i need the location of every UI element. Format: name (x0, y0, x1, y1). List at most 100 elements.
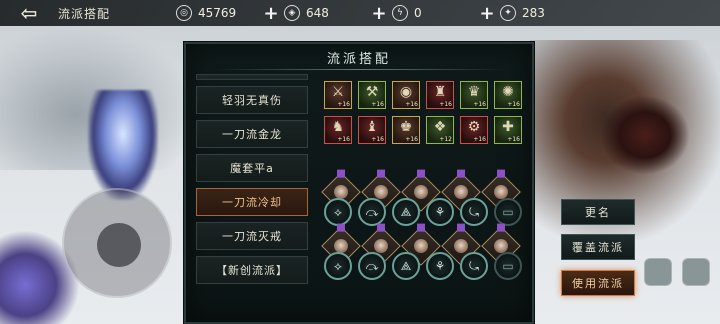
skill-ring-icon[interactable]: ⚘ (426, 252, 454, 280)
top-bar: ⇦ 流派搭配 ◎ 45769 + ◈ 648 + ϟ 0 + ✦ 283 (0, 0, 720, 26)
title-divider (216, 69, 506, 70)
portrait-face (374, 239, 388, 253)
equipment-level: +16 (473, 101, 486, 108)
equipment-level: +16 (337, 101, 350, 108)
back-arrow-icon: ⇦ (20, 1, 38, 25)
rarity-tag-icon (377, 223, 385, 232)
resource-2: ϟ0 (392, 3, 474, 23)
equipment-slot[interactable]: ♜ +16 (426, 81, 454, 109)
enemy-creature (600, 95, 690, 175)
use-school-button[interactable]: 使用流派 (561, 270, 635, 296)
skill-ring-icon[interactable]: ⤿ (460, 252, 488, 280)
resource-value: 283 (522, 6, 545, 20)
stamina-bolt-icon: ϟ (392, 5, 408, 21)
equipment-slot[interactable]: ✺ +16 (494, 81, 522, 109)
rarity-tag-icon (457, 169, 465, 178)
equipment-icon: ⚙ (467, 119, 481, 135)
skill-ring-icon[interactable]: ▭ (494, 198, 522, 226)
equipment-level: +16 (405, 101, 418, 108)
rarity-tag-icon (337, 169, 345, 178)
equipment-icon: ◉ (399, 84, 413, 100)
portrait-face (334, 185, 348, 199)
page-title: 流派搭配 (58, 6, 111, 21)
skill-ring-icon[interactable]: ⤿ (460, 198, 488, 226)
equipment-icon: ❖ (433, 119, 447, 135)
add-resource-button[interactable]: + (474, 3, 500, 24)
skill-ring-icon[interactable]: ⚘ (426, 198, 454, 226)
rarity-tag-icon (377, 169, 385, 178)
skill-ring-icon[interactable]: ▭ (494, 252, 522, 280)
equipment-slot[interactable]: ⚒ +16 (358, 81, 386, 109)
portrait-face (494, 185, 508, 199)
resource-1: ◈ 648 (284, 3, 366, 23)
school-list-item[interactable]: 【新创流派】 (196, 256, 308, 284)
equipment-grid: ⚔ +16 ⚒ +16 ◉ +16 ♜ +16 ♛ +16 ✺ +16 ♞ +16 ♝ +16 ♚ +16 ❖ +12… (324, 81, 522, 144)
rarity-tag-icon (417, 223, 425, 232)
equipment-level: +12 (439, 136, 452, 143)
equipment-slot[interactable]: ◉ +16 (392, 81, 420, 109)
add-resource-button[interactable]: + (258, 3, 284, 24)
portrait-face (454, 185, 468, 199)
skill-ring-row: ⟡ ⤼ ⟁ ⚘ ⤿ ▭ (324, 252, 522, 280)
skill-ring-icon[interactable]: ⤼ (358, 198, 386, 226)
equipment-icon: ⚒ (365, 84, 379, 100)
skill-ring-icon[interactable]: ⤼ (358, 252, 386, 280)
ticket-icon: ✦ (500, 5, 516, 21)
overwrite-school-button[interactable]: 覆盖流派 (561, 234, 635, 260)
equipment-slot[interactable]: ♚ +16 (392, 116, 420, 144)
equipment-level: +16 (507, 136, 520, 143)
rarity-tag-icon (337, 223, 345, 232)
equipment-slot[interactable]: ❖ +12 (426, 116, 454, 144)
resource-3: ✦ 283 (500, 3, 582, 23)
school-list-item[interactable]: 一刀流金龙 (196, 120, 308, 148)
skill-ring-icon[interactable]: ⟁ (392, 198, 420, 226)
hud-icon[interactable] (644, 258, 672, 286)
hud-icon[interactable] (682, 258, 710, 286)
resource-value: 45769 (198, 6, 237, 20)
hud-action-icons (644, 258, 710, 286)
equipment-level: +16 (507, 101, 520, 108)
equipment-level: +16 (439, 101, 452, 108)
school-list-item[interactable]: 轻羽无真伤 (196, 86, 308, 114)
resource-0: ◎ 45769 (176, 3, 258, 23)
equipment-slot[interactable]: ⚔ +16 (324, 81, 352, 109)
skill-ring-icon[interactable]: ⟡ (324, 252, 352, 280)
portrait-face (414, 239, 428, 253)
back-button[interactable]: ⇦ (0, 0, 58, 26)
equipment-slot[interactable]: ♛ +16 (460, 81, 488, 109)
rarity-tag-icon (497, 223, 505, 232)
portrait-face (454, 239, 468, 253)
skill-ring-icon[interactable]: ⟁ (392, 252, 420, 280)
school-loadout-panel: 流派搭配 轻羽无真伤一刀流金龙魔套平a 一刀流冷却一刀流灭戒【新创流派】 ⚔ +16… (184, 42, 534, 324)
school-list-item[interactable]: 一刀流灭戒 (196, 222, 308, 250)
equipment-icon: ♛ (467, 84, 481, 100)
equipment-slot[interactable]: ✚ +16 (494, 116, 522, 144)
school-list-item[interactable]: 魔套平a (196, 154, 308, 182)
equipment-slot[interactable]: ⚙ +16 (460, 116, 488, 144)
resource-value: 648 (306, 6, 329, 20)
skill-ring-icon[interactable]: ⟡ (324, 198, 352, 226)
equipment-level: +16 (371, 136, 384, 143)
portrait-face (494, 239, 508, 253)
panel-title: 流派搭配 (326, 52, 391, 67)
school-list-item[interactable]: 一刀流冷却 (196, 188, 308, 216)
coin-icon: ◎ (176, 5, 192, 21)
list-scroll-top (196, 74, 308, 80)
equipment-level: +16 (405, 136, 418, 143)
equipment-icon: ✚ (502, 119, 514, 135)
equipment-icon: ♚ (399, 119, 413, 135)
virtual-joystick[interactable] (62, 188, 172, 298)
portrait-face (414, 185, 428, 199)
portrait-face (374, 185, 388, 199)
add-resource-button[interactable]: + (366, 3, 392, 24)
equipment-level: +16 (371, 101, 384, 108)
equipment-icon: ✺ (502, 84, 514, 100)
equipment-slot[interactable]: ♞ +16 (324, 116, 352, 144)
rarity-tag-icon (457, 223, 465, 232)
resource-bar: ◎ 45769 + ◈ 648 + ϟ 0 + ✦ 283 (176, 3, 582, 24)
skill-ring-row: ⟡ ⤼ ⟁ ⚘ ⤿ ▭ (324, 198, 522, 226)
rarity-tag-icon (417, 169, 425, 178)
equipment-level: +16 (473, 136, 486, 143)
equipment-slot[interactable]: ♝ +16 (358, 116, 386, 144)
rename-button[interactable]: 更名 (561, 199, 635, 225)
